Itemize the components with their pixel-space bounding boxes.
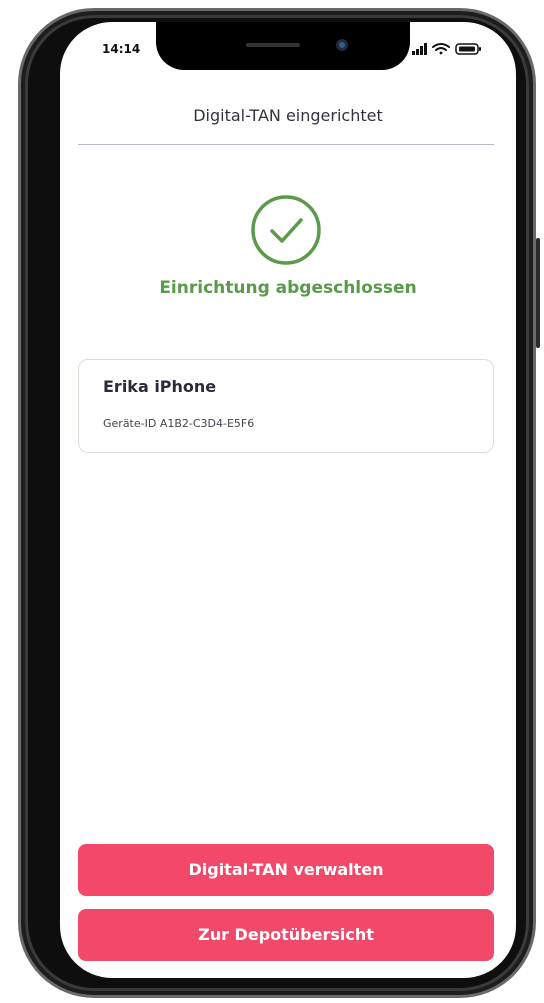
device-card: Erika iPhone Geräte-ID A1B2-C3D4-E5F6 (78, 359, 494, 453)
app-screen: 14:14 Digital-TAN eingerichtet Einrichtu… (60, 22, 516, 978)
success-message: Einrichtung abgeschlossen (159, 278, 417, 298)
device-name: Erika iPhone (103, 377, 217, 396)
power-button (536, 238, 540, 348)
battery-icon (455, 43, 481, 55)
status-time: 14:14 (102, 42, 141, 56)
header-divider (78, 144, 494, 145)
phone-mockup: 14:14 Digital-TAN eingerichtet Einrichtu… (0, 0, 544, 1003)
page-title: Digital-TAN eingerichtet (193, 106, 383, 125)
depot-overview-button[interactable]: Zur Depotübersicht (78, 909, 494, 961)
camera-icon (336, 39, 348, 51)
wifi-icon (432, 43, 450, 55)
manage-digital-tan-button[interactable]: Digital-TAN verwalten (78, 844, 494, 896)
notch (156, 22, 410, 70)
status-icons (412, 43, 481, 55)
device-id: Geräte-ID A1B2-C3D4-E5F6 (103, 417, 255, 430)
checkmark-circle-icon (251, 195, 321, 265)
signal-icon (412, 43, 427, 55)
speaker-slot (246, 43, 300, 47)
